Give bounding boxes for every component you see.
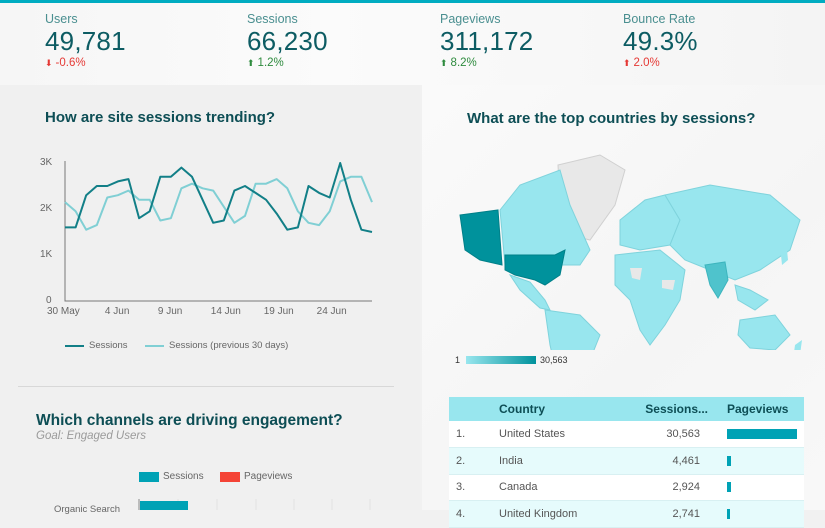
legend-sessions[interactable]: Sessions [65, 340, 128, 351]
rank-cell: 3. [449, 474, 499, 501]
kpi-strip: Users 49,781 ⬇ -0.6% Sessions 66,230 ⬆ 1.2… [0, 3, 825, 85]
legend-swatch [65, 344, 84, 347]
kpi-value: 49.3% [623, 26, 698, 56]
kpi-label: Pageviews [440, 12, 501, 26]
country-cell: Canada [499, 474, 634, 501]
down-arrow-icon: ⬇ [45, 58, 53, 68]
x-tick-label: 14 Jun [210, 306, 241, 317]
channels-subtitle: Goal: Engaged Users [36, 430, 146, 442]
region-south-america [544, 309, 601, 350]
country-alaska [459, 209, 503, 266]
legend-swatch [145, 344, 164, 347]
pageviews-bar [727, 508, 730, 519]
up-arrow-icon: ⬆ [440, 58, 448, 68]
sessions-cell: 4,461 [634, 447, 720, 475]
y-tick-label: 0 [46, 295, 52, 306]
kpi-label: Users [45, 12, 78, 26]
country-cell: United Kingdom [499, 500, 634, 528]
pageviews-cell [720, 474, 804, 501]
region-africa [614, 249, 686, 346]
kpi-sessions[interactable]: Sessions 66,230 ⬆ 1.2% [247, 12, 328, 69]
y-tick-label: 2K [40, 203, 53, 214]
countries-title: What are the top countries by sessions? [467, 110, 756, 127]
pageviews-cell [720, 500, 804, 528]
scale-max: 30,563 [540, 355, 568, 365]
x-tick-label: 24 Jun [316, 306, 347, 317]
x-tick-label: 19 Jun [263, 306, 294, 317]
table-row[interactable]: 1. United States 30,563 [449, 421, 804, 448]
pageviews-bar [727, 429, 797, 439]
country-cell: India [499, 447, 634, 475]
column-country[interactable]: Country [499, 397, 634, 421]
up-arrow-icon: ⬆ [623, 58, 631, 68]
chart-axes [64, 161, 372, 302]
sessions-cell: 2,924 [634, 474, 720, 501]
channels-title: Which channels are driving engagement? [36, 412, 343, 429]
scale-min: 1 [455, 355, 461, 365]
table-row[interactable]: 2. India 4,461 [449, 447, 804, 475]
region-southeast-asia [734, 284, 769, 311]
column-pageviews[interactable]: Pageviews [720, 397, 804, 421]
map-color-scale [466, 356, 536, 364]
kpi-change: ⬆ 1.2% [247, 57, 284, 69]
kpi-bounce-rate[interactable]: Bounce Rate 49.3% ⬆ 2.0% [623, 12, 698, 69]
x-tick-label: 4 Jun [104, 306, 130, 317]
bar-organic-search-sessions [140, 501, 188, 510]
legend-swatch [220, 471, 240, 482]
table-row[interactable]: 3. Canada 2,924 [449, 474, 804, 501]
y-tick-label: 1K [40, 249, 53, 260]
rank-cell: 1. [449, 421, 499, 448]
country-new-zealand [794, 340, 802, 350]
table-header-row: Country Sessions... Pageviews [449, 397, 804, 421]
country-australia [737, 314, 791, 350]
kpi-change: ⬆ 8.2% [440, 57, 477, 69]
kpi-change: ⬇ -0.6% [45, 57, 86, 69]
kpi-users[interactable]: Users 49,781 ⬇ -0.6% [45, 12, 126, 69]
legend-bar-sessions[interactable]: Sessions [139, 471, 204, 482]
column-sessions[interactable]: Sessions... [634, 397, 720, 421]
legend-sessions-previous[interactable]: Sessions (previous 30 days) [145, 340, 288, 351]
pageviews-bar [727, 455, 731, 466]
countries-table: Country Sessions... Pageviews 1. United S… [449, 397, 804, 528]
x-tick-label: 9 Jun [157, 306, 183, 317]
up-arrow-icon: ⬆ [247, 58, 255, 68]
legend-swatch [139, 471, 159, 482]
y-tick-label: 3K [40, 157, 53, 168]
country-india [704, 261, 729, 299]
trend-title: How are site sessions trending? [45, 109, 276, 126]
sessions-cell: 30,563 [634, 421, 720, 448]
kpi-value: 66,230 [247, 26, 328, 56]
pageviews-cell [720, 421, 804, 448]
section-divider [18, 386, 394, 387]
pageviews-cell [720, 447, 804, 475]
world-map[interactable] [450, 150, 805, 350]
kpi-label: Bounce Rate [623, 12, 696, 26]
kpi-change: ⬆ 2.0% [623, 57, 660, 69]
country-cell: United States [499, 421, 634, 448]
kpi-label: Sessions [247, 12, 298, 26]
sessions-trend-chart[interactable] [0, 150, 420, 370]
pageviews-bar [727, 482, 731, 493]
kpi-pageviews[interactable]: Pageviews 311,172 ⬆ 8.2% [440, 12, 533, 69]
table-row[interactable]: 4. United Kingdom 2,741 [449, 500, 804, 528]
rank-cell: 2. [449, 447, 499, 475]
rank-cell: 4. [449, 500, 499, 528]
legend-bar-pageviews[interactable]: Pageviews [220, 471, 292, 482]
sessions-cell: 2,741 [634, 500, 720, 528]
kpi-value: 49,781 [45, 26, 126, 56]
region-asia [664, 184, 801, 281]
x-tick-label: 30 May [47, 306, 80, 317]
kpi-value: 311,172 [440, 26, 534, 56]
